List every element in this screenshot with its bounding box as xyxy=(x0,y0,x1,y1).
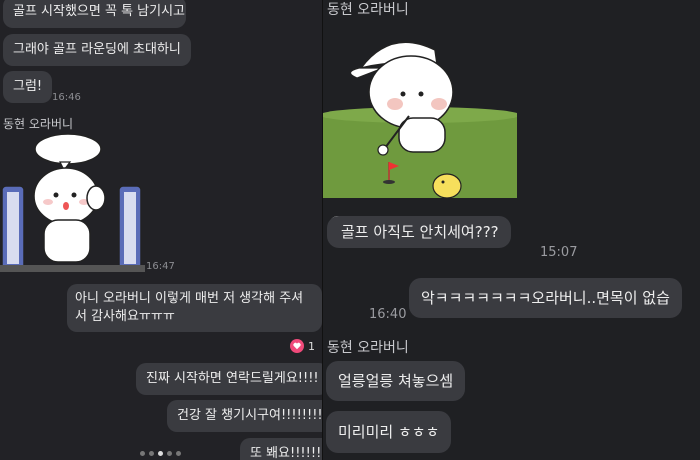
chat-bubble[interactable]: 그래야 골프 라운딩에 초대하니 xyxy=(3,34,191,66)
message-text: 골프 아직도 안치세여??? xyxy=(341,223,499,241)
right-chat-panel[interactable]: 동현 오라버니 골프 아직도 안치세여??? 15:07 악ㅋㅋㅋㅋㅋㅋㅋ오라버… xyxy=(323,0,700,460)
sender-name: 동현 오라버니 xyxy=(327,2,409,18)
golf-sticker[interactable] xyxy=(323,20,520,199)
chat-bubble[interactable]: 진짜 시작하면 연락드릴게요!!!! xyxy=(136,363,322,395)
message-text: 악ㅋㅋㅋㅋㅋㅋㅋ오라버니..면목이 없습 xyxy=(421,289,670,307)
message-text: 골프 시작했으면 꼭 톡 남기시고 xyxy=(13,4,186,19)
bye-sticker-image xyxy=(0,133,145,272)
chat-bubble[interactable]: 골프 시작했으면 꼭 톡 남기시고 xyxy=(3,0,186,28)
reaction-badge[interactable]: 1 xyxy=(290,339,315,353)
sender-name: 동현 오라버니 xyxy=(3,117,74,131)
golf-sticker-image xyxy=(323,41,520,199)
message-text: 그래야 골프 라운딩에 초대하니 xyxy=(13,42,181,57)
message-text: 얼릉얼릉 쳐놓으셈 xyxy=(338,372,454,390)
page-dot xyxy=(158,451,163,456)
page-indicator xyxy=(140,451,181,456)
message-text: 건강 잘 챙기시구여!!!!!!!!! xyxy=(177,408,322,423)
bye-sticker[interactable] xyxy=(0,132,145,272)
message-time: 15:07 xyxy=(540,245,578,260)
chat-bubble[interactable]: 그럼! xyxy=(3,71,53,103)
page-dot xyxy=(140,451,145,456)
message-text: 또 봬요!!!!!! xyxy=(250,446,322,460)
page-dot xyxy=(167,451,172,456)
page-dot xyxy=(149,451,154,456)
message-time: 16:40 xyxy=(369,307,407,322)
chat-bubble[interactable]: 또 봬요!!!!!! xyxy=(240,438,322,460)
chat-bubble[interactable]: 건강 잘 챙기시구여!!!!!!!!! xyxy=(167,400,322,432)
message-text: 아니 오라버니 이렇게 매번 저 생각해 주셔서 감사해요ㅠㅠㅠ xyxy=(75,291,304,324)
left-chat-panel[interactable]: 골프 시작했으면 꼭 톡 남기시고 그래야 골프 라운딩에 초대하니 그럼! 1… xyxy=(0,0,322,460)
chat-bubble[interactable]: 미리미리 ㅎㅎㅎ xyxy=(326,411,452,453)
chat-bubble[interactable]: 아니 오라버니 이렇게 매번 저 생각해 주셔서 감사해요ㅠㅠㅠ xyxy=(67,284,322,332)
heart-icon xyxy=(290,339,304,353)
message-time: 16:46 xyxy=(52,92,81,103)
page-dot xyxy=(176,451,181,456)
message-text: 그럼! xyxy=(13,79,43,94)
chat-bubble[interactable]: 골프 아직도 안치세여??? xyxy=(327,216,511,248)
message-time: 16:47 xyxy=(146,261,175,272)
reaction-count: 1 xyxy=(308,339,315,353)
message-text: 미리미리 ㅎㅎㅎ xyxy=(338,423,440,441)
chat-bubble[interactable]: 얼릉얼릉 쳐놓으셈 xyxy=(326,361,466,401)
message-text: 진짜 시작하면 연락드릴게요!!!! xyxy=(146,371,319,386)
chat-bubble[interactable]: 악ㅋㅋㅋㅋㅋㅋㅋ오라버니..면목이 없습 xyxy=(409,278,682,318)
sender-name: 동현 오라버니 xyxy=(327,340,409,356)
